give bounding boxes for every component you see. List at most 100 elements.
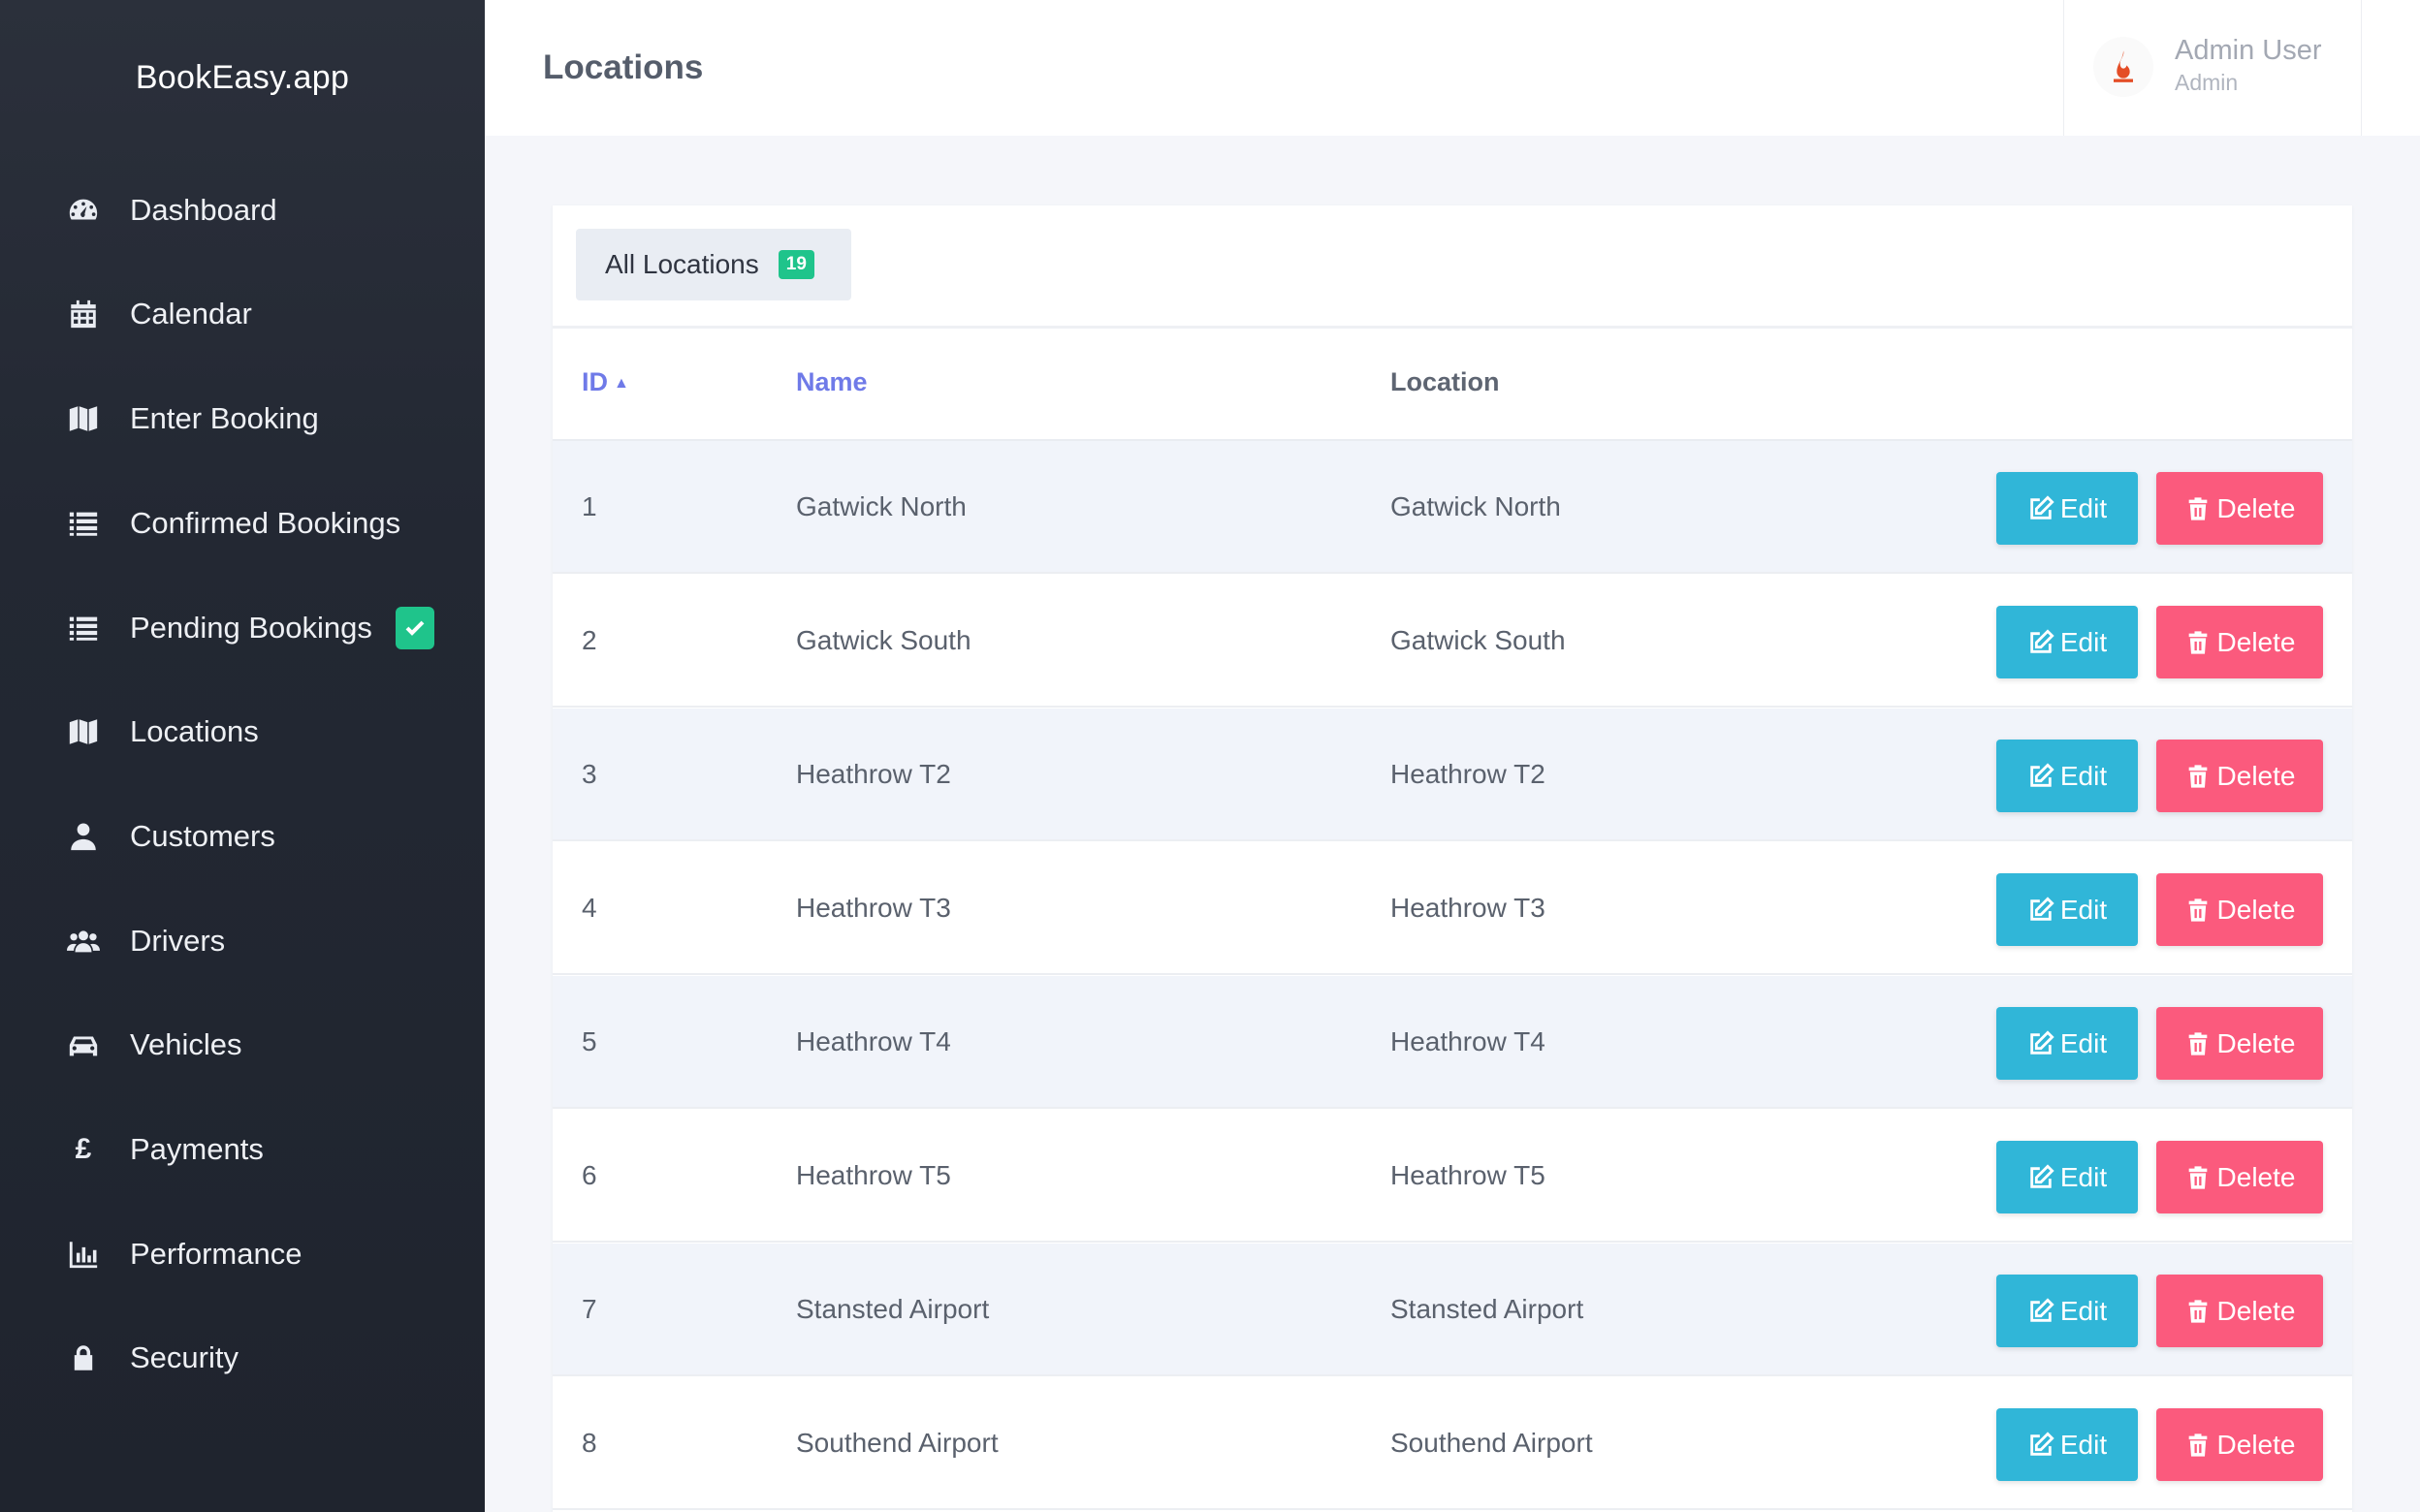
delete-button[interactable]: Delete xyxy=(2156,740,2323,812)
cell-name: Stansted Airport xyxy=(796,1294,990,1324)
cell-location: Gatwick North xyxy=(1390,491,1561,521)
delete-button[interactable]: Delete xyxy=(2156,472,2323,545)
edit-button[interactable]: Edit xyxy=(1996,1408,2138,1481)
sidebar-item-label: Locations xyxy=(130,714,259,748)
sidebar: BookEasy.app Dashboard Calendar Enter Bo… xyxy=(0,0,485,1512)
edit-button[interactable]: Edit xyxy=(1996,1141,2138,1213)
page-title: Locations xyxy=(543,48,704,86)
sidebar-item-locations[interactable]: Locations xyxy=(0,693,485,771)
edit-label: Edit xyxy=(2059,1429,2108,1460)
lock-icon xyxy=(64,1339,103,1377)
table-row: 4 Heathrow T3 Heathrow T3 Edit Delete xyxy=(553,842,2352,975)
avatar xyxy=(2093,37,2153,97)
cell-name: Heathrow T4 xyxy=(796,1026,951,1056)
trash-icon xyxy=(2184,495,2217,522)
car-icon xyxy=(64,1025,103,1064)
edit-icon xyxy=(2027,628,2060,656)
tab-all-locations[interactable]: All Locations 19 xyxy=(576,229,851,300)
cell-id: 1 xyxy=(582,491,597,521)
delete-button[interactable]: Delete xyxy=(2156,1275,2323,1347)
column-label: ID xyxy=(582,367,608,396)
delete-label: Delete xyxy=(2216,1161,2296,1192)
table-row: 3 Heathrow T2 Heathrow T2 Edit Delete xyxy=(553,709,2352,841)
table-row: 7 Stansted Airport Stansted Airport Edit Del… xyxy=(553,1244,2352,1376)
cell-name: Southend Airport xyxy=(796,1428,999,1458)
table-row: 2 Gatwick South Gatwick South Edit Delete xyxy=(553,575,2352,708)
delete-label: Delete xyxy=(2216,492,2296,523)
edit-icon xyxy=(2027,494,2060,522)
edit-button[interactable]: Edit xyxy=(1996,1275,2138,1347)
sidebar-item-label: Confirmed Bookings xyxy=(130,506,401,540)
sidebar-item-label: Performance xyxy=(130,1237,302,1271)
column-header-id[interactable]: ID ▲ xyxy=(582,367,629,397)
edit-icon xyxy=(2027,1163,2060,1191)
edit-icon xyxy=(2027,1029,2060,1057)
sidebar-item-dashboard[interactable]: Dashboard xyxy=(0,172,485,249)
cell-id: 8 xyxy=(582,1428,597,1458)
sidebar-item-security[interactable]: Security xyxy=(0,1319,485,1397)
sidebar-item-label: Calendar xyxy=(130,297,252,331)
locations-card: All Locations 19 ID ▲ Name Location 1 Gatw… xyxy=(553,205,2352,1512)
delete-label: Delete xyxy=(2216,626,2296,657)
sidebar-item-enter-booking[interactable]: Enter Booking xyxy=(0,380,485,457)
edit-label: Edit xyxy=(2059,1161,2108,1192)
cell-location: Stansted Airport xyxy=(1390,1294,1584,1324)
count-badge: 19 xyxy=(778,250,814,279)
delete-label: Delete xyxy=(2216,1429,2296,1460)
sidebar-item-label: Dashboard xyxy=(130,193,277,227)
sidebar-item-calendar[interactable]: Calendar xyxy=(0,275,485,353)
edit-label: Edit xyxy=(2059,1295,2108,1326)
sidebar-item-confirmed-bookings[interactable]: Confirmed Bookings xyxy=(0,485,485,562)
sidebar-item-vehicles[interactable]: Vehicles xyxy=(0,1006,485,1084)
cell-id: 7 xyxy=(582,1294,597,1324)
sidebar-item-label: Security xyxy=(130,1340,239,1374)
cell-id: 3 xyxy=(582,759,597,789)
trash-icon xyxy=(2184,897,2217,924)
sidebar-item-pending-bookings[interactable]: Pending Bookings xyxy=(0,589,485,667)
pound-icon: £ xyxy=(75,1133,92,1165)
edit-icon xyxy=(2027,1431,2060,1459)
trash-icon xyxy=(2184,1030,2217,1057)
cell-location: Southend Airport xyxy=(1390,1428,1593,1458)
bar-chart-icon xyxy=(64,1235,103,1274)
sidebar-item-drivers[interactable]: Drivers xyxy=(0,902,485,980)
delete-label: Delete xyxy=(2216,760,2296,791)
cell-name: Heathrow T2 xyxy=(796,759,951,789)
cell-id: 5 xyxy=(582,1026,597,1056)
list-icon xyxy=(64,609,103,647)
edit-button[interactable]: Edit xyxy=(1996,472,2138,545)
table-row: 5 Heathrow T4 Heathrow T4 Edit Delete xyxy=(553,976,2352,1109)
edit-button[interactable]: Edit xyxy=(1996,873,2138,946)
column-header-name[interactable]: Name xyxy=(796,367,868,397)
cell-name: Gatwick North xyxy=(796,491,967,521)
flame-logo-icon xyxy=(2114,50,2133,82)
cell-location: Gatwick South xyxy=(1390,625,1566,655)
delete-button[interactable]: Delete xyxy=(2156,606,2323,678)
user-menu[interactable]: Admin User Admin xyxy=(2063,0,2362,136)
delete-button[interactable]: Delete xyxy=(2156,1408,2323,1481)
trash-icon xyxy=(2184,629,2217,656)
edit-icon xyxy=(2027,762,2060,790)
delete-button[interactable]: Delete xyxy=(2156,873,2323,946)
user-role: Admin xyxy=(2175,70,2239,95)
brand-logo-text[interactable]: BookEasy.app xyxy=(0,0,485,155)
cell-location: Heathrow T2 xyxy=(1390,759,1545,789)
edit-button[interactable]: Edit xyxy=(1996,740,2138,812)
cell-id: 4 xyxy=(582,893,597,923)
sidebar-item-label: Customers xyxy=(130,819,275,853)
cell-location: Heathrow T4 xyxy=(1390,1026,1545,1056)
delete-button[interactable]: Delete xyxy=(2156,1141,2323,1213)
edit-label: Edit xyxy=(2059,894,2108,925)
sidebar-item-payments[interactable]: £ Payments xyxy=(0,1111,485,1188)
edit-label: Edit xyxy=(2059,626,2108,657)
edit-button[interactable]: Edit xyxy=(1996,1007,2138,1080)
edit-button[interactable]: Edit xyxy=(1996,606,2138,678)
cell-name: Heathrow T3 xyxy=(796,893,951,923)
user-icon xyxy=(64,817,103,856)
sidebar-item-label: Drivers xyxy=(130,924,226,958)
delete-button[interactable]: Delete xyxy=(2156,1007,2323,1080)
sidebar-item-performance[interactable]: Performance xyxy=(0,1215,485,1293)
sidebar-item-customers[interactable]: Customers xyxy=(0,798,485,875)
trash-icon xyxy=(2184,1164,2217,1191)
table-row: 8 Southend Airport Southend Airport Edit Del… xyxy=(553,1377,2352,1510)
